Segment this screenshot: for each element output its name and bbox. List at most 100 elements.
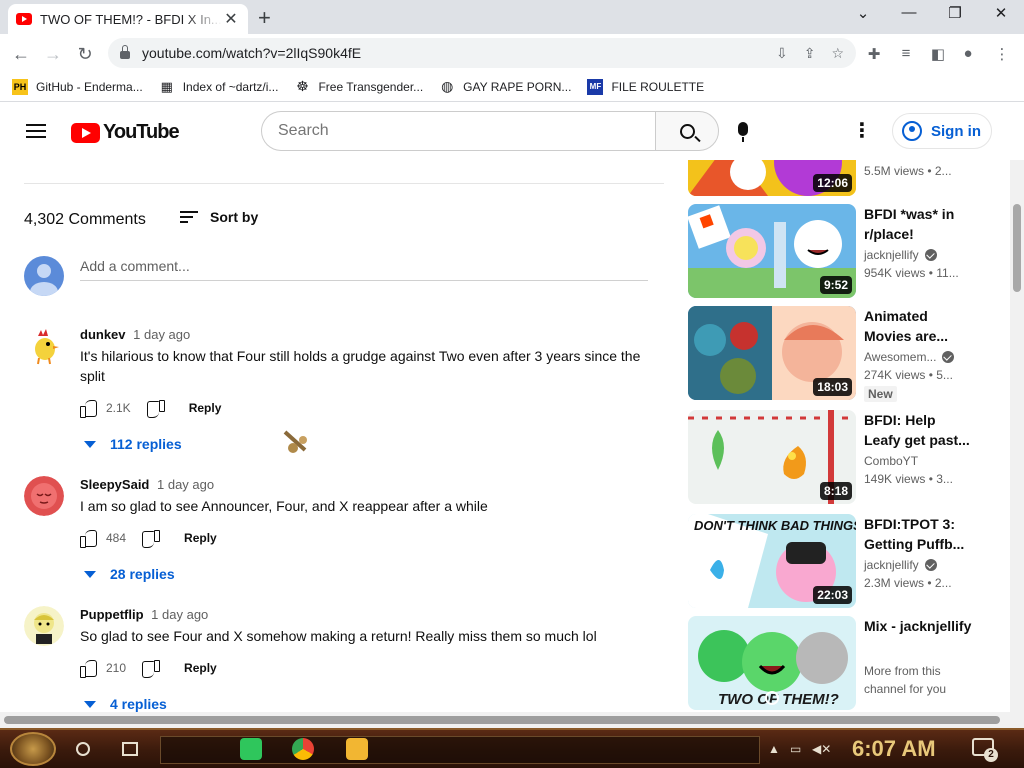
video-title[interactable]: BFDI *was* in r/place!: [864, 204, 974, 244]
install-app-icon[interactable]: ⇩: [776, 45, 788, 62]
sort-icon: [180, 211, 198, 223]
comment-author[interactable]: Puppetflip: [80, 607, 144, 622]
comment-author[interactable]: dunkev: [80, 327, 126, 342]
comment-actions: 484 Reply: [80, 529, 217, 548]
reply-button[interactable]: Reply: [184, 661, 217, 675]
recommended-video[interactable]: 8:18 BFDI: Help Leafy get past... ComboY…: [688, 410, 1010, 504]
bookmark-star-icon[interactable]: ☆: [831, 45, 844, 62]
like-icon[interactable]: [80, 659, 98, 678]
minimize-button[interactable]: —: [894, 4, 924, 21]
dislike-icon[interactable]: [140, 529, 161, 548]
new-tab-button[interactable]: +: [258, 5, 271, 31]
comment-time[interactable]: 1 day ago: [151, 607, 208, 622]
scrollbar-thumb[interactable]: [4, 716, 1000, 724]
like-icon[interactable]: [80, 529, 98, 548]
replies-label: 4 replies: [110, 696, 167, 712]
browser-tab-active[interactable]: TWO OF THEM!? - BFDI X In... ✕: [8, 4, 248, 34]
bookmark-item[interactable]: MF FILE ROULETTE: [587, 78, 704, 95]
recommended-video[interactable]: 9:52 BFDI *was* in r/place! jacknjellify…: [688, 204, 1010, 298]
avatar[interactable]: [24, 606, 64, 646]
video-thumbnail[interactable]: 8:18: [688, 410, 856, 504]
maximize-button[interactable]: ❐: [940, 4, 970, 22]
horizontal-scrollbar[interactable]: [0, 712, 1024, 728]
share-icon[interactable]: ⇪: [804, 45, 816, 62]
video-thumbnail[interactable]: 9:52: [688, 204, 856, 298]
youtube-logo[interactable]: YouTube: [71, 121, 180, 144]
notes-app-icon[interactable]: [240, 738, 262, 760]
add-comment-input[interactable]: Add a comment...: [80, 255, 648, 281]
file-explorer-icon[interactable]: [346, 738, 368, 760]
search-circle-icon[interactable]: [76, 742, 90, 756]
like-icon[interactable]: [80, 399, 98, 418]
tab-search-icon[interactable]: ⌄: [848, 4, 878, 22]
video-title[interactable]: Mix - jacknjellify: [864, 616, 974, 636]
media-control-icon[interactable]: ≡: [896, 45, 916, 62]
reply-button[interactable]: Reply: [184, 531, 217, 545]
sort-by-button[interactable]: Sort by: [180, 209, 258, 225]
video-title[interactable]: BFDI:TPOT 3: Getting Puffb...: [864, 514, 974, 554]
recommended-mix[interactable]: TWO OF THEM!? Mix - jacknjellify More fr…: [688, 616, 1010, 710]
taskbar-clock[interactable]: 6:07 AM: [852, 736, 936, 762]
vertical-scrollbar[interactable]: [1010, 160, 1024, 712]
lock-icon[interactable]: [120, 45, 130, 59]
comment-time[interactable]: 1 day ago: [133, 327, 190, 342]
reply-button[interactable]: Reply: [189, 401, 222, 415]
bookmark-item[interactable]: ▦ Index of ~dartz/i...: [159, 79, 279, 95]
comment-time[interactable]: 1 day ago: [157, 477, 214, 492]
video-thumbnail[interactable]: DON'T THINK BAD THINGS 22:03: [688, 514, 856, 608]
task-view-icon[interactable]: [122, 742, 138, 756]
profile-avatar-icon[interactable]: ●: [958, 45, 978, 62]
hamburger-menu-icon[interactable]: [26, 124, 46, 138]
extensions-puzzle-icon[interactable]: ✚: [864, 45, 884, 63]
view-replies-button[interactable]: 112 replies: [84, 436, 182, 452]
url-text[interactable]: youtube.com/watch?v=2lIqS90k4fE: [142, 45, 760, 61]
microphone-icon[interactable]: [738, 122, 748, 142]
bookmark-item[interactable]: ◍ GAY RAPE PORN...: [439, 78, 571, 95]
tab-close-icon[interactable]: ✕: [222, 9, 240, 29]
comment-actions: 210 Reply: [80, 659, 217, 678]
dislike-icon[interactable]: [140, 659, 161, 678]
browser-menu-icon[interactable]: ⋮: [992, 45, 1012, 63]
video-thumbnail[interactable]: TWO OF THEM!?: [688, 616, 856, 710]
channel-name: Awesomem...: [864, 350, 937, 364]
reload-icon[interactable]: ↻: [72, 41, 98, 67]
chrome-app-icon[interactable]: [292, 738, 314, 760]
video-title[interactable]: BFDI: Help Leafy get past...: [864, 410, 974, 450]
video-channel[interactable]: ComboYT: [864, 454, 918, 468]
volume-muted-icon[interactable]: ◀✕: [812, 742, 831, 756]
recommended-video[interactable]: 12:06 5.5M views • 2...: [688, 160, 1010, 196]
bookmark-item[interactable]: PH GitHub - Enderma...: [12, 78, 143, 95]
video-channel[interactable]: jacknjellify: [864, 248, 937, 262]
video-meta: 149K views • 3...: [864, 472, 953, 486]
settings-kebab-icon[interactable]: ⋮: [852, 121, 872, 141]
back-arrow-icon[interactable]: ←: [8, 41, 34, 67]
recommended-video[interactable]: 18:03 Animated Movies are... Awesomem...…: [688, 306, 1010, 402]
search-input[interactable]: [278, 122, 656, 140]
video-channel[interactable]: Awesomem...: [864, 350, 955, 364]
video-duration: 8:18: [819, 482, 852, 500]
scrollbar-thumb[interactable]: [1013, 204, 1021, 292]
view-replies-button[interactable]: 4 replies: [84, 696, 167, 712]
youtube-masthead: YouTube ⋮ Sign in: [0, 102, 1024, 160]
tray-overflow-icon[interactable]: ▲: [768, 742, 780, 756]
search-button[interactable]: [655, 111, 719, 151]
video-thumbnail[interactable]: 18:03: [688, 306, 856, 400]
avatar[interactable]: [24, 326, 64, 366]
close-window-button[interactable]: ✕: [986, 4, 1016, 22]
comment-author[interactable]: SleepySaid: [80, 477, 149, 492]
network-icon[interactable]: ▭: [790, 742, 801, 756]
video-channel[interactable]: jacknjellify: [864, 558, 937, 572]
video-thumbnail[interactable]: 12:06: [688, 160, 856, 196]
avatar[interactable]: [24, 476, 64, 516]
start-button[interactable]: [10, 732, 56, 766]
side-panel-icon[interactable]: ◧: [928, 45, 948, 63]
search-box[interactable]: [261, 111, 656, 151]
address-bar[interactable]: youtube.com/watch?v=2lIqS90k4fE ⇩ ⇪ ☆: [108, 38, 856, 68]
dislike-icon[interactable]: [145, 399, 165, 418]
sign-in-button[interactable]: Sign in: [892, 113, 992, 149]
recommended-video[interactable]: DON'T THINK BAD THINGS 22:03 BFDI:TPOT 3…: [688, 514, 1010, 608]
bookmark-item[interactable]: ☸ Free Transgender...: [294, 78, 423, 95]
forward-arrow-icon[interactable]: →: [40, 41, 66, 67]
video-title[interactable]: Animated Movies are...: [864, 306, 974, 346]
view-replies-button[interactable]: 28 replies: [84, 566, 175, 582]
